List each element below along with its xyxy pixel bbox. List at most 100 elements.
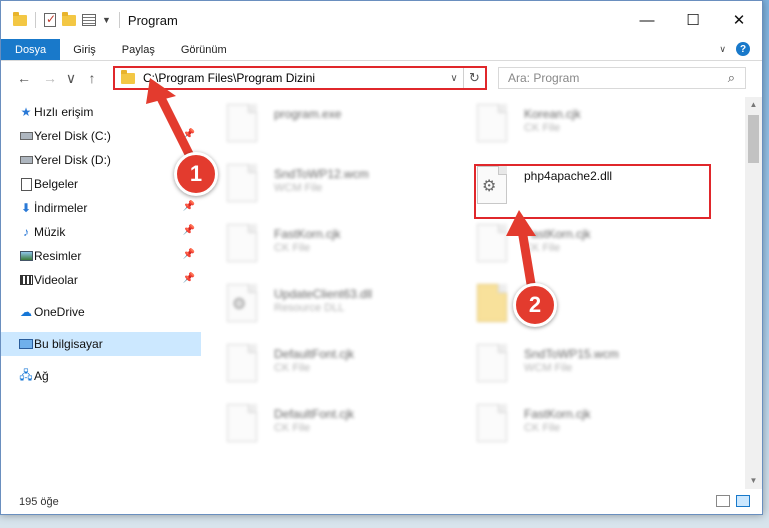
sidebar-item-label: Belgeler (34, 177, 79, 191)
file-type: CK File (274, 422, 311, 434)
file-type: CK File (524, 122, 561, 134)
file-icon (227, 344, 257, 382)
music-icon: ♪ (23, 225, 29, 239)
file-item[interactable]: ⚙ UpdateClient63.dll Resource DLL (211, 277, 451, 331)
pin-icon: 📌 (182, 129, 195, 140)
search-icon: ⌕ (727, 70, 735, 85)
sidebar-item-disk-d[interactable]: Yerel Disk (D:) (1, 148, 201, 172)
file-item[interactable]: SndToWP15.wcm WCM File (461, 337, 701, 391)
maximize-button[interactable]: ☐ (670, 1, 716, 39)
tab-share[interactable]: Paylaş (109, 39, 168, 60)
tab-view[interactable]: Görünüm (168, 39, 240, 60)
large-icons-view-icon[interactable] (736, 495, 750, 507)
file-type: CK File (524, 242, 561, 254)
sidebar-item-label: Videolar (34, 273, 78, 287)
customize-dropdown-icon[interactable]: ▼ (102, 15, 111, 25)
back-button[interactable]: ← (11, 70, 37, 86)
cloud-icon: ☁ (20, 305, 32, 319)
sidebar-item-label: Bu bilgisayar (34, 337, 103, 351)
ribbon-tabs: Dosya Giriş Paylaş Görünüm ∨ ? (1, 39, 762, 61)
file-icon (477, 104, 507, 142)
file-item[interactable]: FastKorn.cjk CK File (211, 217, 451, 271)
recent-locations-button[interactable]: ∨ (63, 70, 79, 87)
sidebar-item-downloads[interactable]: ⬇ İndirmeler 📌 (1, 196, 201, 220)
file-name: UpdateClient63.dll (274, 287, 373, 301)
file-item[interactable]: DefaultFont.cjk CK File (211, 337, 451, 391)
sidebar-item-music[interactable]: ♪ Müzik 📌 (1, 220, 201, 244)
zip-folder-icon (477, 284, 507, 322)
scroll-up-icon[interactable]: ▲ (745, 97, 762, 113)
file-item[interactable] (461, 277, 701, 331)
help-icon[interactable]: ? (736, 42, 750, 56)
sidebar-item-label: İndirmeler (34, 201, 88, 215)
title-bar: ▼ Program — ☐ ✕ (1, 1, 762, 39)
pin-icon: 📌 (182, 273, 195, 284)
search-input[interactable]: Ara: Program (508, 71, 579, 85)
sidebar-item-this-pc[interactable]: Bu bilgisayar (1, 332, 201, 356)
file-item[interactable]: DefaultFont.cjk CK File (211, 397, 451, 451)
file-name: FastKorn.cjk (524, 227, 591, 241)
file-type: CK File (274, 362, 311, 374)
details-view-icon[interactable] (716, 495, 730, 507)
scroll-down-icon[interactable]: ▼ (745, 473, 762, 489)
file-name: FastKorn.cjk (274, 227, 341, 241)
file-item[interactable]: FastKorn.cjk CK File (461, 217, 701, 271)
file-item[interactable]: SndToWP12.wcm WCM File (211, 157, 451, 211)
toolbar-separator (35, 12, 36, 28)
sidebar-item-label: Ağ (34, 369, 49, 383)
file-icon (477, 344, 507, 382)
sidebar-item-pictures[interactable]: Resimler 📌 (1, 244, 201, 268)
file-type: CK File (274, 242, 311, 254)
window-controls: — ☐ ✕ (624, 1, 762, 39)
computer-icon (19, 337, 33, 351)
file-name: SndToWP12.wcm (274, 167, 369, 181)
up-button[interactable]: ↑ (79, 70, 105, 86)
document-icon (19, 177, 33, 191)
file-type: WCM File (524, 362, 573, 374)
ribbon-expand-icon[interactable]: ∨ (719, 44, 726, 55)
explorer-window: ▼ Program — ☐ ✕ Dosya Giriş Paylaş Görün… (0, 0, 763, 515)
quick-access-toolbar: ▼ (1, 1, 122, 39)
vertical-scrollbar[interactable]: ▲ ▼ (745, 97, 762, 489)
properties-icon[interactable] (82, 14, 96, 26)
file-type: CK File (524, 422, 561, 434)
properties-check-icon[interactable] (44, 12, 56, 27)
pin-icon: 📌 (182, 225, 195, 236)
chevron-down-icon[interactable]: ∨ (445, 73, 463, 84)
tab-home[interactable]: Giriş (60, 39, 109, 60)
file-icon (477, 224, 507, 262)
navigation-pane: ★ Hızlı erişim Yerel Disk (C:) 📌 Yerel D… (1, 100, 201, 460)
sidebar-item-videos[interactable]: Videolar 📌 (1, 268, 201, 292)
exe-file-icon (227, 104, 257, 142)
search-box[interactable]: Ara: Program ⌕ (498, 67, 746, 89)
pin-icon: 📌 (182, 201, 195, 212)
file-item[interactable]: Korean.cjk CK File (461, 97, 701, 151)
tab-file[interactable]: Dosya (1, 39, 61, 60)
sidebar-item-label: Müzik (34, 225, 66, 239)
file-icon (477, 404, 507, 442)
sidebar-item-onedrive[interactable]: ☁ OneDrive (1, 300, 201, 324)
sidebar-item-documents[interactable]: Belgeler (1, 172, 201, 196)
sidebar-item-network[interactable]: 🖧 Ağ (1, 364, 201, 388)
file-item[interactable]: FastKorn.cjk CK File (461, 397, 701, 451)
refresh-icon[interactable]: ↻ (463, 68, 485, 88)
scrollbar-thumb[interactable] (748, 115, 759, 163)
folder-icon (121, 69, 135, 84)
disk-icon (19, 129, 33, 143)
sidebar-item-label: OneDrive (34, 305, 85, 319)
address-path[interactable]: C:\Program Files\Program Dizini (143, 71, 445, 85)
dll-file-icon: ⚙ (227, 284, 257, 322)
file-name: DefaultFont.cjk (274, 407, 355, 421)
minimize-button[interactable]: — (624, 1, 670, 39)
forward-button[interactable]: → (37, 70, 63, 86)
close-button[interactable]: ✕ (716, 1, 762, 39)
sidebar-item-quick-access[interactable]: ★ Hızlı erişim (1, 100, 201, 124)
file-icon (227, 164, 257, 202)
new-folder-icon[interactable] (62, 11, 76, 26)
status-bar: 195 öğe (1, 489, 762, 514)
file-name: FastKorn.cjk (524, 407, 591, 421)
file-item[interactable]: program.exe (211, 97, 451, 151)
address-bar[interactable]: C:\Program Files\Program Dizini ∨ ↻ (113, 66, 487, 90)
step-1-badge: 1 (174, 152, 218, 196)
sidebar-item-disk-c[interactable]: Yerel Disk (C:) 📌 (1, 124, 201, 148)
